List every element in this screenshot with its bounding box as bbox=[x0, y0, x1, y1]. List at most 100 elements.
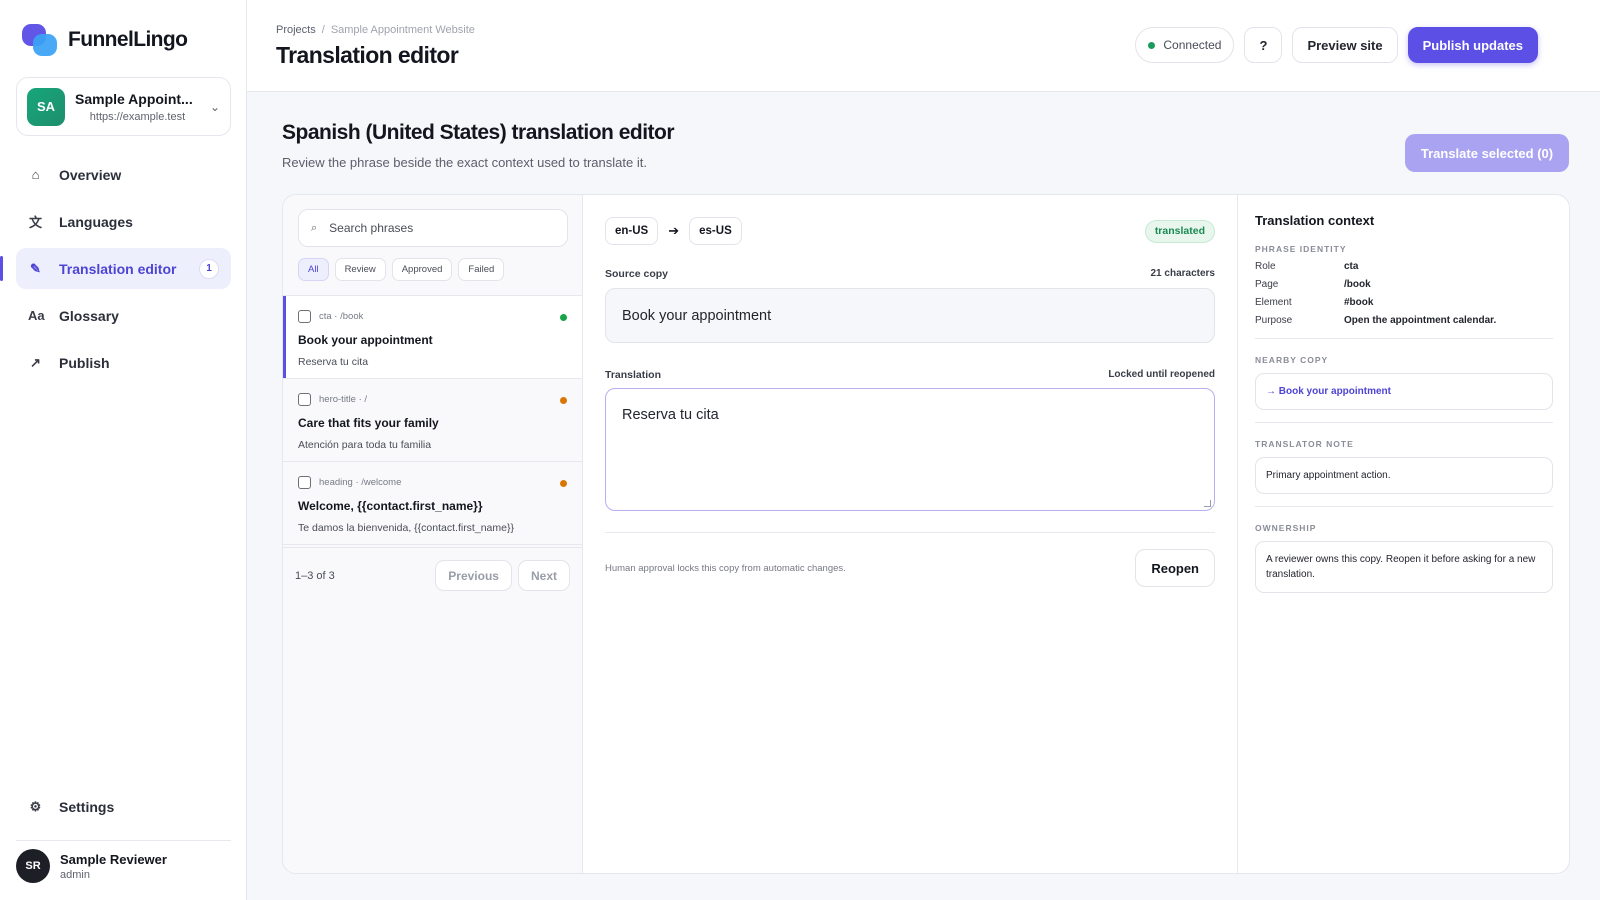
identity-key: Purpose bbox=[1255, 315, 1293, 326]
phrase-source: Book your appointment bbox=[298, 333, 433, 347]
arrow-right-icon: ➔ bbox=[668, 223, 680, 238]
phrase-meta: heading · /welcome bbox=[319, 477, 402, 488]
brand[interactable]: FunnelLingo bbox=[22, 24, 188, 56]
filter-chips: All Review Approved Failed bbox=[298, 258, 505, 281]
nav-item-languages[interactable]: 文 Languages bbox=[16, 201, 231, 242]
section-heading: TRANSLATOR NOTE bbox=[1255, 439, 1354, 449]
list-item[interactable]: hero-title · / Care that fits your famil… bbox=[283, 379, 582, 462]
avatar: SR bbox=[16, 849, 50, 883]
filter-approved[interactable]: Approved bbox=[391, 258, 453, 281]
pagination-range: 1–3 of 3 bbox=[295, 569, 335, 582]
identity-value: Open the appointment calendar. bbox=[1344, 315, 1497, 326]
sidebar: FunnelLingo SA Sample Appoint... https:/… bbox=[0, 0, 247, 900]
source-copy-label: Source copy bbox=[605, 268, 669, 280]
translation-context-column: Translation context PHRASE IDENTITY Role… bbox=[1237, 195, 1569, 873]
search-input[interactable] bbox=[329, 221, 540, 235]
context-title: Translation context bbox=[1255, 213, 1375, 228]
status-dot-icon bbox=[560, 314, 567, 321]
pagination: 1–3 of 3 Previous Next bbox=[283, 547, 582, 603]
app-name: FunnelLingo bbox=[68, 28, 188, 51]
approval-note: Human approval locks this copy from auto… bbox=[605, 562, 846, 574]
checkbox[interactable] bbox=[298, 476, 311, 489]
checkbox[interactable] bbox=[298, 393, 311, 406]
status-dot-icon bbox=[560, 397, 567, 404]
main-nav: ⌂ Overview 文 Languages ✎ Translation edi… bbox=[0, 154, 231, 389]
nav-item-glossary[interactable]: Aa Glossary bbox=[16, 295, 231, 336]
identity-key: Page bbox=[1255, 279, 1279, 290]
chevron-down-icon: ⌄ bbox=[209, 99, 220, 114]
editor-subheading: Review the phrase beside the exact conte… bbox=[282, 155, 647, 170]
filter-review[interactable]: Review bbox=[334, 258, 386, 281]
editor-panel: ⌕ All Review Approved Failed cta · /book… bbox=[282, 194, 1570, 874]
identity-value: #book bbox=[1344, 297, 1374, 308]
project-url: https://example.test bbox=[89, 110, 186, 123]
phrase-meta: hero-title · / bbox=[319, 394, 368, 405]
next-button[interactable]: Next bbox=[517, 560, 570, 591]
count-badge: 1 bbox=[199, 258, 219, 279]
section-heading: PHRASE IDENTITY bbox=[1255, 244, 1347, 254]
filter-all[interactable]: All bbox=[298, 258, 329, 281]
section-heading: NEARBY COPY bbox=[1255, 355, 1329, 365]
phrase-editor-column: en-US ➔ es-US translated Source copy 21 … bbox=[583, 195, 1237, 873]
list-item[interactable]: cta · /book Book your appointment Reserv… bbox=[283, 296, 582, 379]
identity-value: /book bbox=[1344, 279, 1371, 290]
preview-site-button[interactable]: Preview site bbox=[1292, 27, 1398, 63]
publish-updates-button[interactable]: Publish updates bbox=[1407, 27, 1538, 63]
target-language: es-US bbox=[689, 217, 742, 245]
project-name: Sample Appoint... bbox=[75, 90, 193, 107]
editor-heading: Spanish (United States) translation edit… bbox=[282, 121, 675, 144]
reopen-button[interactable]: Reopen bbox=[1135, 549, 1215, 587]
nav-item-translation-editor[interactable]: ✎ Translation editor 1 bbox=[0, 248, 231, 289]
nav-item-overview[interactable]: ⌂ Overview bbox=[16, 154, 231, 195]
project-avatar: SA bbox=[27, 87, 65, 126]
phrase-source: Welcome, {{contact.first_name}} bbox=[298, 499, 483, 513]
translator-note: Primary appointment action. bbox=[1255, 457, 1553, 494]
nav-item-label: Overview bbox=[59, 166, 122, 183]
page-title: Translation editor bbox=[276, 42, 459, 68]
help-button[interactable]: ? bbox=[1244, 27, 1283, 63]
list-item[interactable]: heading · /welcome Welcome, {{contact.fi… bbox=[283, 462, 582, 545]
nav-item-publish[interactable]: ↗ Publish bbox=[16, 342, 231, 383]
glossary-icon: Aa bbox=[28, 308, 45, 323]
user-role: admin bbox=[60, 868, 90, 881]
nav-item-label: Publish bbox=[59, 354, 110, 371]
search-box[interactable]: ⌕ bbox=[298, 209, 568, 247]
checkbox[interactable] bbox=[298, 310, 311, 323]
translate-selected-button[interactable]: Translate selected (0) bbox=[1405, 134, 1569, 172]
phrase-translation: Te damos la bienvenida, {{contact.first_… bbox=[298, 522, 514, 534]
breadcrumb-separator: / bbox=[321, 24, 325, 36]
nav-item-label: Languages bbox=[59, 213, 133, 230]
ownership-note: A reviewer owns this copy. Reopen it bef… bbox=[1255, 541, 1553, 593]
translation-textarea[interactable]: Reserva tu cita bbox=[605, 388, 1215, 511]
status-dot-icon bbox=[560, 480, 567, 487]
filter-failed[interactable]: Failed bbox=[458, 258, 505, 281]
connection-status: Connected bbox=[1135, 27, 1235, 63]
logo-icon bbox=[22, 24, 58, 56]
nav-item-label: Translation editor bbox=[59, 260, 177, 277]
identity-key: Element bbox=[1255, 297, 1292, 308]
breadcrumb-projects[interactable]: Projects bbox=[276, 24, 316, 36]
source-language: en-US bbox=[605, 217, 659, 245]
user-name: Sample Reviewer bbox=[60, 851, 167, 867]
nav-item-label: Settings bbox=[59, 798, 115, 815]
breadcrumb-current: Sample Appointment Website bbox=[330, 24, 475, 36]
phrase-meta: cta · /book bbox=[319, 311, 364, 322]
section-heading: OWNERSHIP bbox=[1255, 523, 1317, 533]
connection-label: Connected bbox=[1163, 38, 1222, 52]
nearby-copy-link[interactable]: → Book your appointment bbox=[1255, 373, 1553, 410]
phrase-translation: Atención para toda tu familia bbox=[298, 439, 432, 451]
nav-item-settings[interactable]: ⚙ Settings bbox=[16, 786, 231, 827]
identity-value: cta bbox=[1344, 261, 1359, 272]
project-switcher[interactable]: SA Sample Appoint... https://example.tes… bbox=[16, 77, 231, 136]
home-icon: ⌂ bbox=[31, 167, 40, 182]
source-copy-text: Book your appointment bbox=[605, 288, 1215, 343]
status-badge: translated bbox=[1144, 219, 1215, 243]
topbar: Projects / Sample Appointment Website Tran… bbox=[247, 0, 1600, 92]
previous-button[interactable]: Previous bbox=[435, 560, 512, 591]
gear-icon: ⚙ bbox=[29, 798, 42, 814]
status-dot-icon bbox=[1148, 41, 1156, 49]
phrase-source: Care that fits your family bbox=[298, 416, 439, 430]
identity-key: Role bbox=[1255, 261, 1276, 272]
user-profile[interactable]: SR Sample Reviewer admin bbox=[16, 840, 231, 883]
lock-status: Locked until reopened bbox=[1108, 369, 1215, 380]
